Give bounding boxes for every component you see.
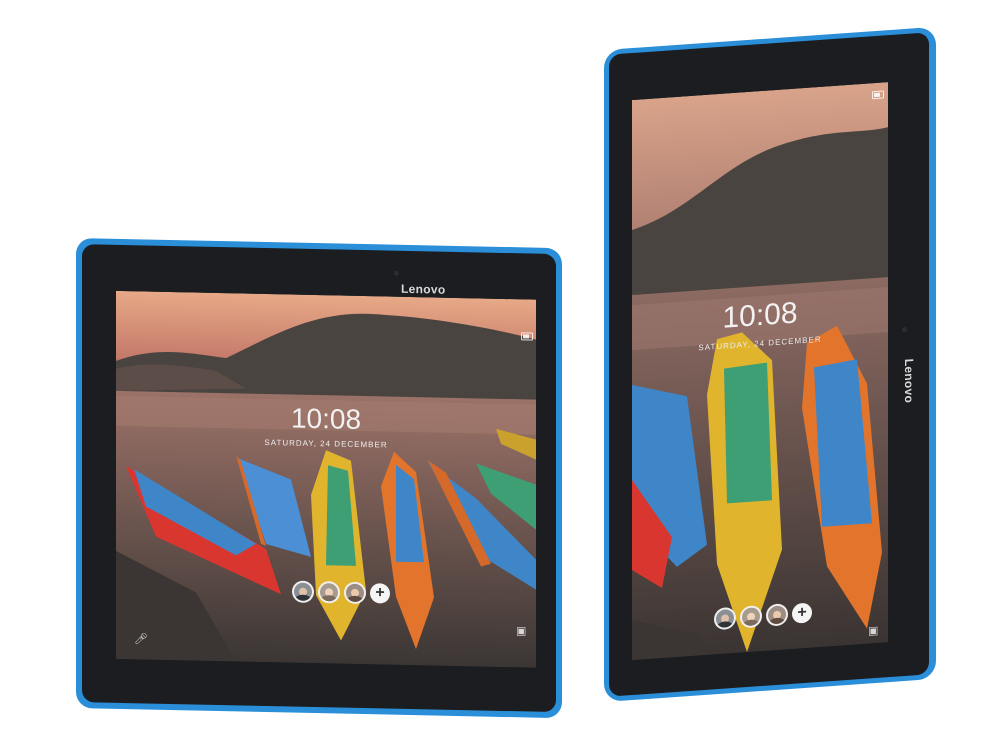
brand-logo: Lenovo [401,281,446,297]
battery-icon [521,332,533,341]
user-avatar-1[interactable] [292,580,314,603]
landscape-tablet: Lenovo 10:08 SATURDAY, 24 DECEMBER + 🎤︎ … [76,238,562,719]
microphone-icon[interactable]: 🎤︎ [134,633,148,645]
user-avatar-1-portrait[interactable] [714,606,736,631]
lock-clock-portrait: 10:08 [722,296,798,335]
user-avatar-2[interactable] [318,581,340,604]
wallpaper-lake-boats-portrait [632,82,888,661]
camera-icon-portrait[interactable]: ▣ [868,625,878,638]
camera-icon[interactable]: ▣ [516,625,526,637]
portrait-lock-screen[interactable]: 10:08 SATURDAY, 24 DECEMBER + ▣ [632,82,888,661]
brand-logo-portrait: Lenovo [902,358,916,404]
lock-clock: 10:08 [290,402,362,435]
user-avatar-3[interactable] [344,581,366,605]
add-user-button[interactable]: + [370,583,390,604]
battery-icon-portrait [872,90,884,100]
front-camera [394,270,399,276]
landscape-lock-screen[interactable]: 10:08 SATURDAY, 24 DECEMBER + 🎤︎ ▣ [116,290,536,668]
portrait-tablet: Lenovo 10:08 SATURDAY, 24 DECEMBER + ▣ [604,26,936,702]
user-avatar-3-portrait[interactable] [766,603,788,627]
user-avatar-2-portrait[interactable] [740,604,762,629]
wallpaper-lake-boats [116,290,536,668]
